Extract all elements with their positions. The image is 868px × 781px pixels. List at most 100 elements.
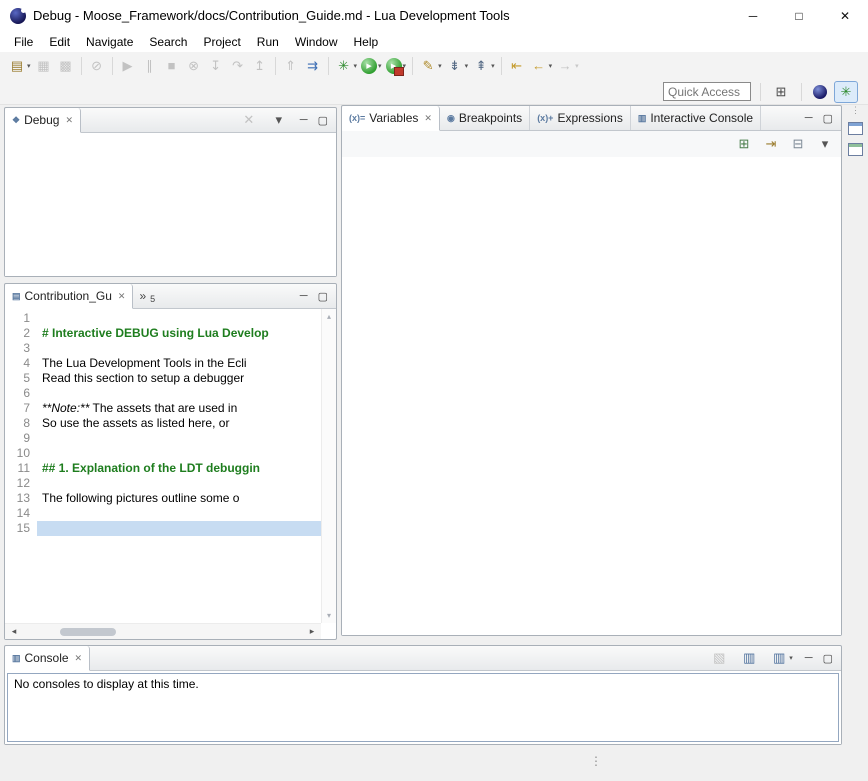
scroll-right-icon[interactable]: ▸ bbox=[306, 626, 318, 637]
editor-line[interactable]: 11## 1. Explanation of the LDT debuggin bbox=[5, 461, 321, 476]
view-menu-button[interactable]: ▾ bbox=[814, 134, 836, 154]
menu-edit[interactable]: Edit bbox=[41, 33, 78, 51]
quick-access-input[interactable] bbox=[663, 82, 751, 101]
trim-grip[interactable]: ⋮ bbox=[851, 106, 860, 114]
new-wizard-button[interactable]: ▤▾ bbox=[6, 56, 33, 76]
close-tab-icon[interactable]: ✕ bbox=[118, 291, 126, 302]
line-text: # Interactive DEBUG using Lua Develop bbox=[37, 326, 321, 341]
menu-navigate[interactable]: Navigate bbox=[78, 33, 141, 51]
open-perspective-button[interactable]: ⊞ bbox=[770, 82, 792, 102]
editor-line[interactable]: 9 bbox=[5, 431, 321, 446]
open-console-dropdown-icon[interactable]: ▾ bbox=[789, 654, 793, 662]
scrollbar-thumb[interactable] bbox=[60, 628, 116, 636]
forward-dropdown-icon[interactable]: ▾ bbox=[575, 62, 579, 70]
use-step-filters-button[interactable]: ⇉ bbox=[302, 56, 324, 76]
editor-line[interactable]: 15 bbox=[5, 521, 321, 536]
menu-project[interactable]: Project bbox=[195, 33, 248, 51]
step-over-button: ↷ bbox=[227, 56, 249, 76]
tab-debug[interactable]: ❖ Debug ✕ bbox=[5, 108, 81, 133]
tab-variables[interactable]: (x)=Variables✕ bbox=[342, 106, 440, 131]
editor-overflow-tab[interactable]: » 5 bbox=[133, 284, 161, 308]
mark-occurrences-dropdown-icon[interactable]: ▾ bbox=[438, 62, 442, 70]
show-logical-structures-button[interactable]: ⇥ bbox=[760, 134, 782, 154]
editor-line[interactable]: 12 bbox=[5, 476, 321, 491]
next-annotation-button[interactable]: ⇟▾ bbox=[444, 56, 471, 76]
show-type-names-button[interactable]: ⊞ bbox=[733, 134, 755, 154]
editor-line[interactable]: 8So use the assets as listed here, or bbox=[5, 416, 321, 431]
window-minimize-button[interactable]: ─ bbox=[730, 0, 776, 31]
maximize-view-button[interactable]: ▢ bbox=[318, 290, 328, 303]
step-return-button: ↥ bbox=[249, 56, 271, 76]
line-number: 10 bbox=[5, 446, 37, 461]
sash-grip[interactable]: ⋮ bbox=[590, 754, 600, 768]
minimize-view-button[interactable]: ─ bbox=[805, 112, 813, 124]
step-into-button: ↧ bbox=[205, 56, 227, 76]
tab-expressions[interactable]: (x)+Expressions bbox=[530, 106, 631, 130]
debug-perspective-button[interactable]: ✳ bbox=[834, 81, 858, 103]
close-tab-icon[interactable]: ✕ bbox=[65, 115, 73, 126]
tab-contribution-guide[interactable]: ▤ Contribution_Gu ✕ bbox=[5, 284, 133, 309]
editor-line[interactable]: 13The following pictures outline some o bbox=[5, 491, 321, 506]
menu-run[interactable]: Run bbox=[249, 33, 287, 51]
run-icon: ▶ bbox=[361, 58, 377, 74]
close-tab-icon[interactable]: ✕ bbox=[424, 113, 432, 124]
menu-search[interactable]: Search bbox=[141, 33, 195, 51]
display-selected-console-button[interactable]: ▥ bbox=[738, 648, 760, 668]
editor-line[interactable]: 5Read this section to setup a debugger bbox=[5, 371, 321, 386]
external-tools-button[interactable]: ▶▾ bbox=[384, 57, 409, 75]
back-button[interactable]: ←▾ bbox=[528, 56, 555, 76]
save-icon: ▦ bbox=[35, 57, 53, 75]
tab-console[interactable]: ▥ Console ✕ bbox=[5, 646, 90, 671]
editor-line[interactable]: 2# Interactive DEBUG using Lua Develop bbox=[5, 326, 321, 341]
scroll-up-icon[interactable]: ▴ bbox=[322, 312, 336, 321]
minimized-view-button-2[interactable] bbox=[848, 143, 863, 156]
mark-occurrences-button[interactable]: ✎▾ bbox=[417, 56, 444, 76]
editor-line[interactable]: 7**Note:** The assets that are used in bbox=[5, 401, 321, 416]
close-tab-icon[interactable]: ✕ bbox=[75, 653, 83, 664]
collapse-all-button[interactable]: ⊟ bbox=[787, 134, 809, 154]
editor-line[interactable]: 14 bbox=[5, 506, 321, 521]
line-text: Read this section to setup a debugger bbox=[37, 371, 321, 386]
tab-breakpoints[interactable]: ◉Breakpoints bbox=[440, 106, 530, 130]
editor-line[interactable]: 10 bbox=[5, 446, 321, 461]
editor-vertical-scrollbar[interactable]: ▴ ▾ bbox=[321, 309, 336, 623]
lua-perspective-icon bbox=[813, 85, 827, 99]
maximize-view-button[interactable]: ▢ bbox=[823, 652, 833, 665]
run-dropdown-icon[interactable]: ▾ bbox=[378, 62, 382, 70]
new-wizard-dropdown-icon[interactable]: ▾ bbox=[27, 62, 31, 70]
editor-line[interactable]: 6 bbox=[5, 386, 321, 401]
tab-interactive-console[interactable]: ▥Interactive Console bbox=[631, 106, 761, 130]
clear-console-button: ▧ bbox=[708, 648, 730, 668]
back-dropdown-icon[interactable]: ▾ bbox=[549, 62, 553, 70]
window-close-button[interactable]: ✕ bbox=[822, 0, 868, 31]
window-maximize-button[interactable]: □ bbox=[776, 0, 822, 31]
view-menu-button[interactable]: ▾ bbox=[268, 110, 290, 130]
minimize-view-button[interactable]: ─ bbox=[300, 290, 308, 302]
previous-annotation-dropdown-icon[interactable]: ▾ bbox=[491, 62, 495, 70]
debug-button[interactable]: ✳▾ bbox=[333, 56, 360, 76]
editor-horizontal-scrollbar[interactable]: ◂ ▸ bbox=[5, 623, 321, 639]
open-console-button[interactable]: ▥▾ bbox=[768, 648, 795, 668]
debug-dropdown-icon[interactable]: ▾ bbox=[354, 62, 358, 70]
maximize-view-button[interactable]: ▢ bbox=[318, 114, 328, 127]
minimized-view-button-1[interactable] bbox=[848, 122, 863, 135]
maximize-view-button[interactable]: ▢ bbox=[823, 112, 833, 125]
editor-line[interactable]: 4The Lua Development Tools in the Ecli bbox=[5, 356, 321, 371]
last-edit-location-button[interactable]: ⇤ bbox=[506, 56, 528, 76]
run-button[interactable]: ▶▾ bbox=[359, 57, 384, 75]
editor-line[interactable]: 1 bbox=[5, 311, 321, 326]
minimize-view-button[interactable]: ─ bbox=[805, 652, 813, 664]
next-annotation-dropdown-icon[interactable]: ▾ bbox=[465, 62, 469, 70]
scroll-left-icon[interactable]: ◂ bbox=[8, 626, 20, 637]
line-number: 3 bbox=[5, 341, 37, 356]
previous-annotation-button[interactable]: ⇞▾ bbox=[470, 56, 497, 76]
editor-text-area[interactable]: 12# Interactive DEBUG using Lua Develop3… bbox=[5, 311, 321, 623]
console-text-widget[interactable]: No consoles to display at this time. bbox=[7, 673, 839, 742]
menu-file[interactable]: File bbox=[6, 33, 41, 51]
menu-window[interactable]: Window bbox=[287, 33, 346, 51]
lua-perspective-button[interactable] bbox=[811, 84, 829, 100]
minimize-view-button[interactable]: ─ bbox=[300, 114, 308, 126]
scroll-down-icon[interactable]: ▾ bbox=[322, 611, 336, 620]
menu-help[interactable]: Help bbox=[346, 33, 387, 51]
editor-line[interactable]: 3 bbox=[5, 341, 321, 356]
